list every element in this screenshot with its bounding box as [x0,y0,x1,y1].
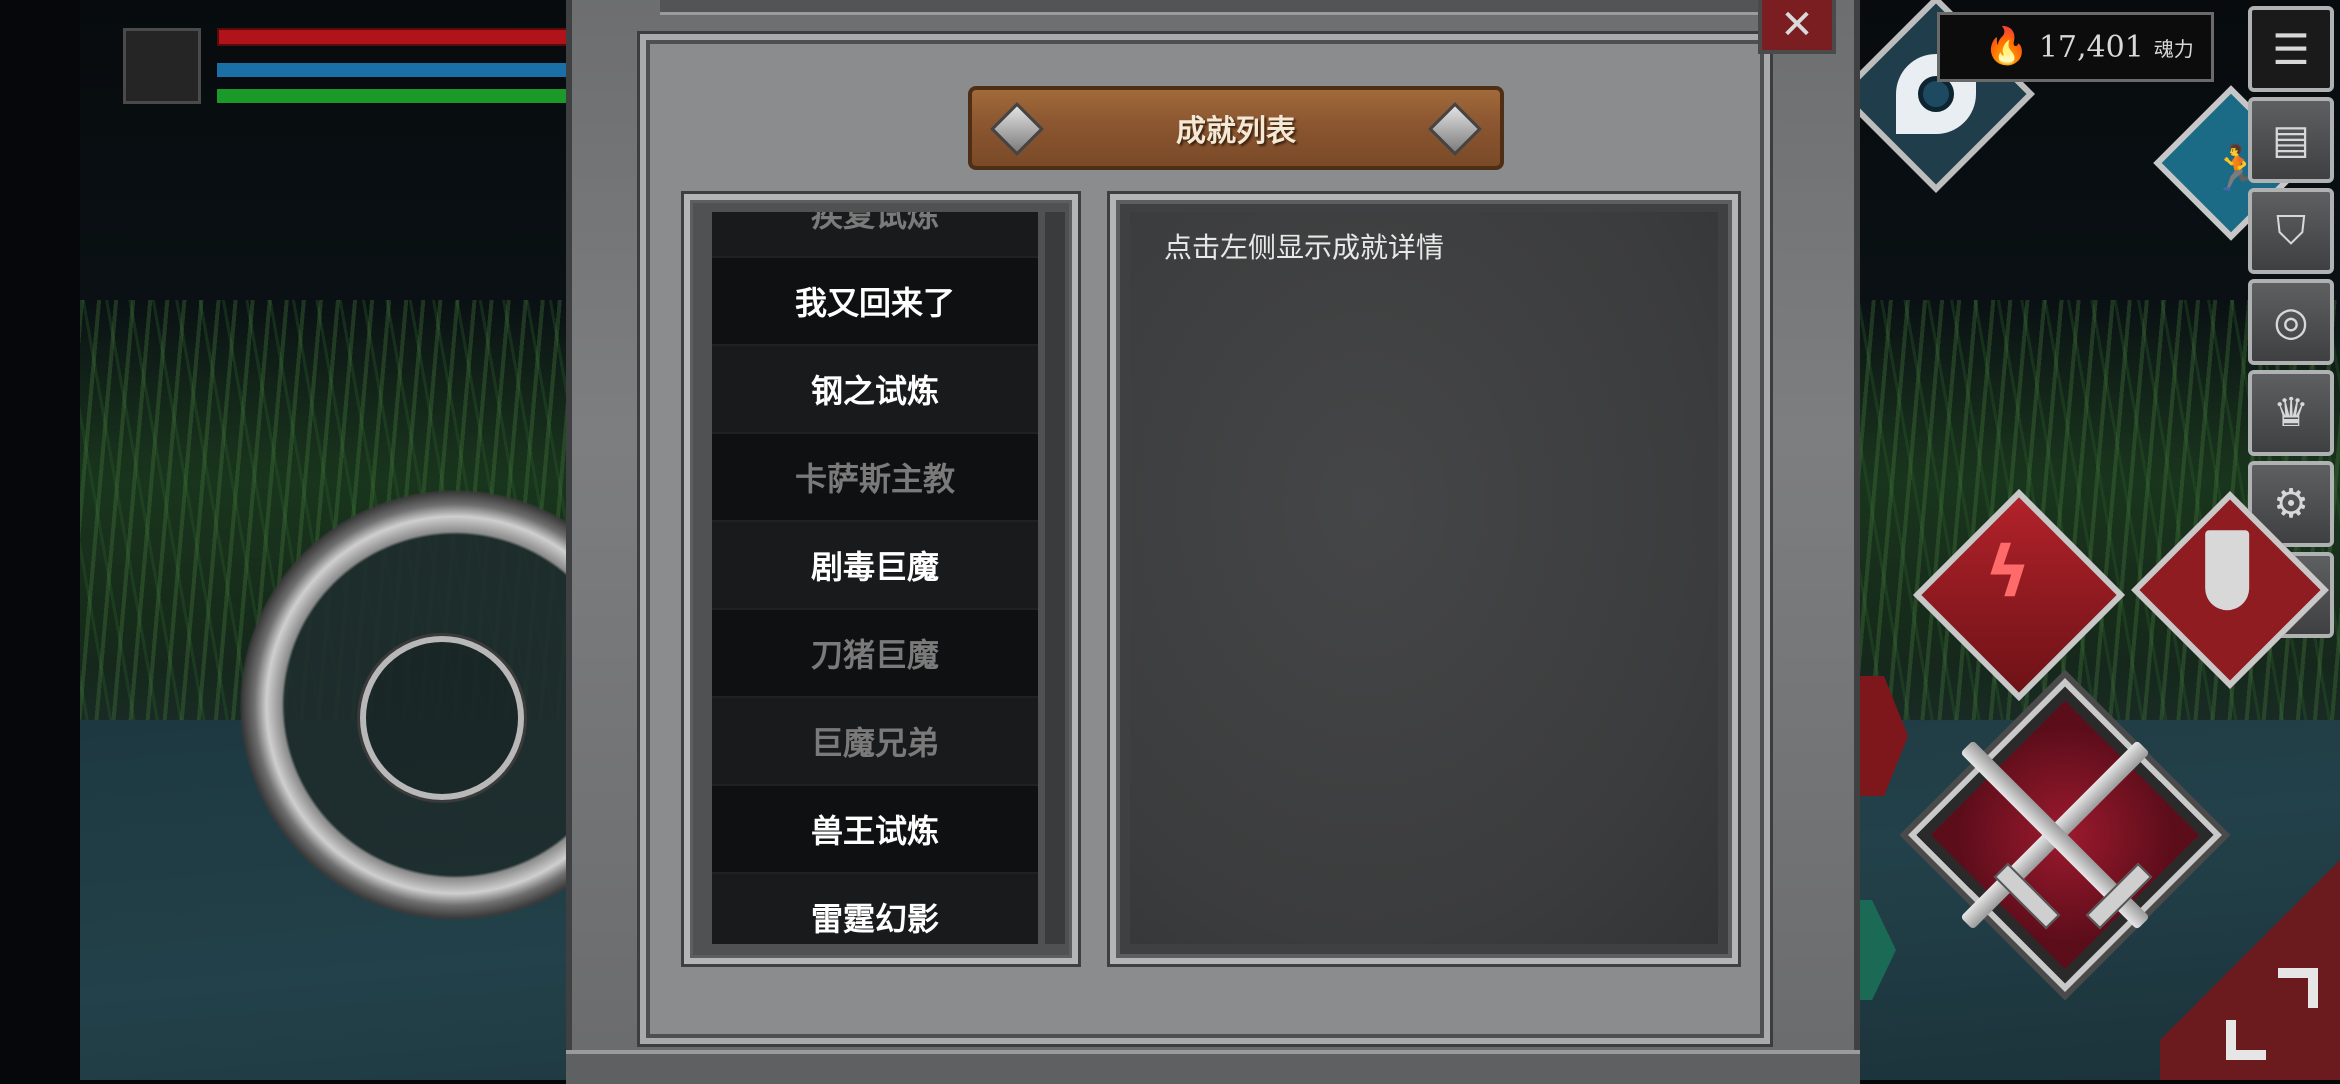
list-scrollbar[interactable] [1045,212,1065,944]
flame-icon: 🔥 [1984,26,2029,67]
rivet-icon [1428,102,1482,156]
achievement-list[interactable]: 疾复试炼 我又回来了 钢之试炼 卡萨斯主教 剧毒巨魔 刀猪巨魔 巨魔兄弟 兽王试炼 雷霆幻影 [712,212,1038,944]
achievement-item[interactable]: 巨魔兄弟 [712,698,1038,786]
achievement-item[interactable]: 卡萨斯主教 [712,434,1038,522]
close-button[interactable]: ✕ [1758,0,1836,54]
map-icon: ▤ [2272,117,2310,163]
crown-icon: ♛ [2273,390,2309,436]
soul-unit: 魂力 [2153,36,2194,61]
achievement-item[interactable]: 钢之试炼 [712,346,1038,434]
equipment-button[interactable]: ⛉ [2248,188,2334,274]
achievement-item[interactable]: 疾复试炼 [712,212,1038,258]
menu-icon: ☰ [2272,24,2310,74]
achievement-detail-pane: 点击左侧显示成就详情 [1130,212,1718,944]
achievement-button[interactable]: ♛ [2248,370,2334,456]
emblem-icon: ◎ [2273,299,2309,345]
shield-icon [2205,530,2250,611]
emblem-button[interactable]: ◎ [2248,279,2334,365]
close-icon: ✕ [1780,2,1814,48]
joystick-knob[interactable] [360,636,524,800]
achievement-item[interactable]: 剧毒巨魔 [712,522,1038,610]
panel-title: 成就列表 [1176,114,1296,149]
rivet-icon [990,102,1044,156]
fullscreen-icon[interactable] [2226,968,2318,1060]
achievement-item[interactable]: 我又回来了 [712,258,1038,346]
panel-top-rail [660,0,1765,15]
stamina-bar [217,89,597,103]
gear-icon: ⚙ [2273,481,2309,527]
helmet-icon: ⛉ [2276,208,2306,254]
panel-bottom-rail [566,1050,1860,1084]
menu-button[interactable]: ☰ [2248,6,2334,92]
achievement-item[interactable]: 雷霆幻影 [712,874,1038,944]
lightning-slash-icon: ϟ [1984,531,2031,614]
achievement-item[interactable]: 兽王试炼 [712,786,1038,874]
achievement-item[interactable]: 刀猪巨魔 [712,610,1038,698]
title-plank: 成就列表 [968,86,1504,170]
health-bar [217,28,597,46]
map-button[interactable]: ▤ [2248,97,2334,183]
mana-bar [217,63,597,77]
player-portrait[interactable] [123,28,201,104]
soul-value: 17,401 [2038,29,2144,65]
detail-hint-text: 点击左侧显示成就详情 [1164,231,1445,264]
soul-counter: 🔥 17,401 魂力 [1937,12,2214,82]
